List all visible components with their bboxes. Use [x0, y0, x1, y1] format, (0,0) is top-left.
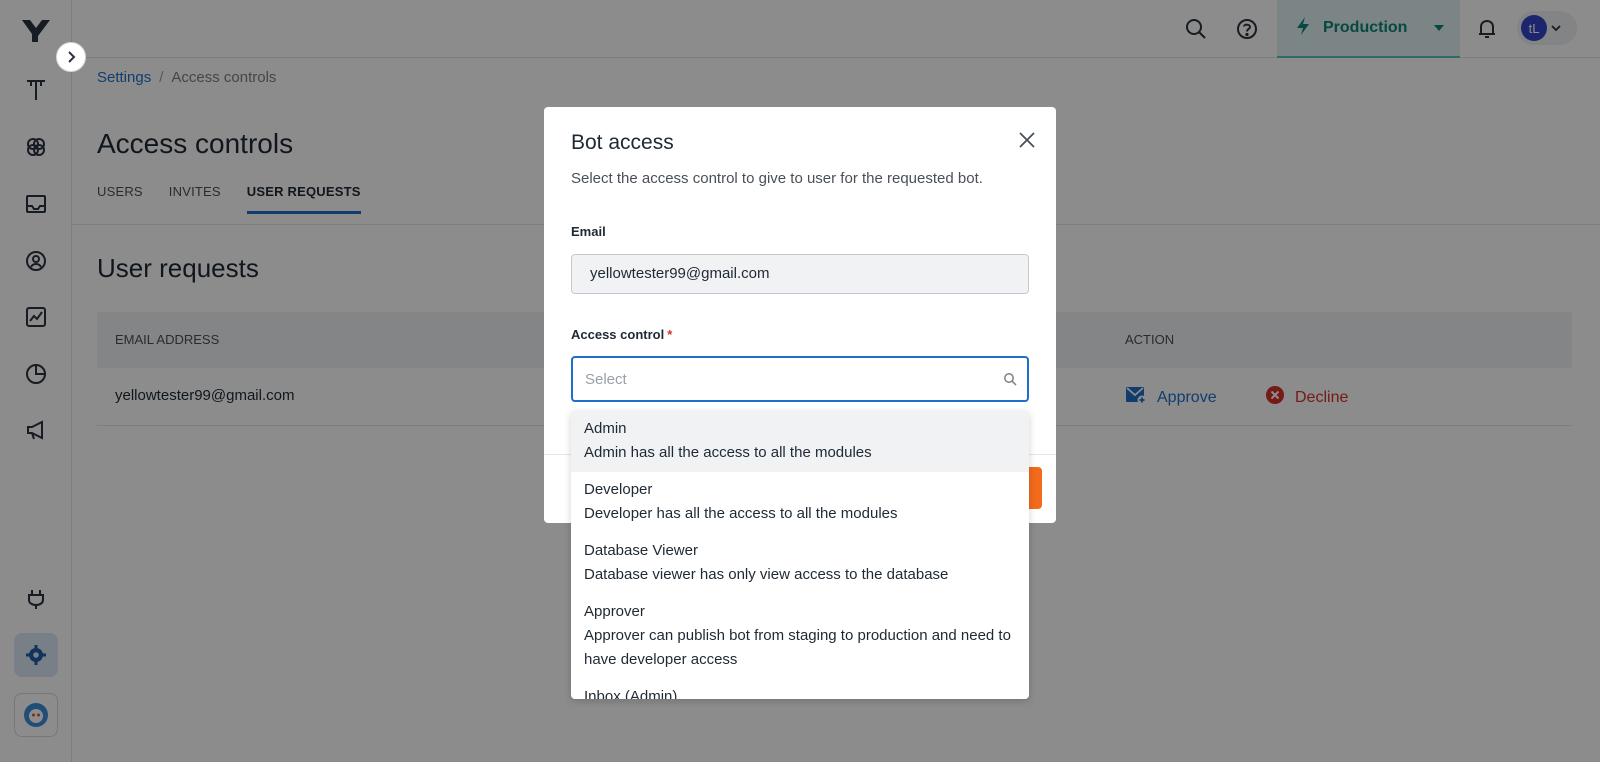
option-description: Admin has all the access to all the modu… [584, 444, 872, 461]
required-mark: * [667, 327, 673, 342]
close-icon[interactable] [1016, 129, 1038, 151]
search-icon [1003, 372, 1017, 386]
option-name: Database Viewer [584, 542, 698, 559]
option-name: Approver [584, 603, 645, 620]
modal-title: Bot access [571, 131, 674, 154]
option-admin[interactable]: Admin Admin has all the access to all th… [571, 411, 1029, 472]
option-description: Approver can publish bot from staging to… [584, 627, 1011, 668]
option-inbox-admin[interactable]: Inbox (Admin) [571, 679, 1029, 699]
access-control-label: Access control * [571, 327, 672, 342]
option-developer[interactable]: Developer Developer has all the access t… [571, 472, 1029, 533]
sidebar-toggle-icon[interactable] [56, 42, 86, 72]
access-control-label-text: Access control [571, 327, 665, 342]
option-description: Developer has all the access to all the … [584, 505, 898, 522]
option-name: Admin [584, 420, 627, 437]
option-name: Developer [584, 481, 653, 498]
access-control-dropdown: Admin Admin has all the access to all th… [571, 411, 1029, 699]
email-label: Email [571, 224, 606, 239]
option-database-viewer[interactable]: Database Viewer Database viewer has only… [571, 533, 1029, 594]
email-field: yellowtester99@gmail.com [571, 254, 1029, 294]
option-name: Inbox (Admin) [584, 688, 678, 699]
option-approver[interactable]: Approver Approver can publish bot from s… [571, 594, 1029, 679]
option-description: Database viewer has only view access to … [584, 566, 949, 583]
access-control-search-input[interactable] [585, 358, 985, 400]
modal-description: Select the access control to give to use… [571, 170, 983, 187]
access-control-select[interactable] [571, 356, 1029, 402]
